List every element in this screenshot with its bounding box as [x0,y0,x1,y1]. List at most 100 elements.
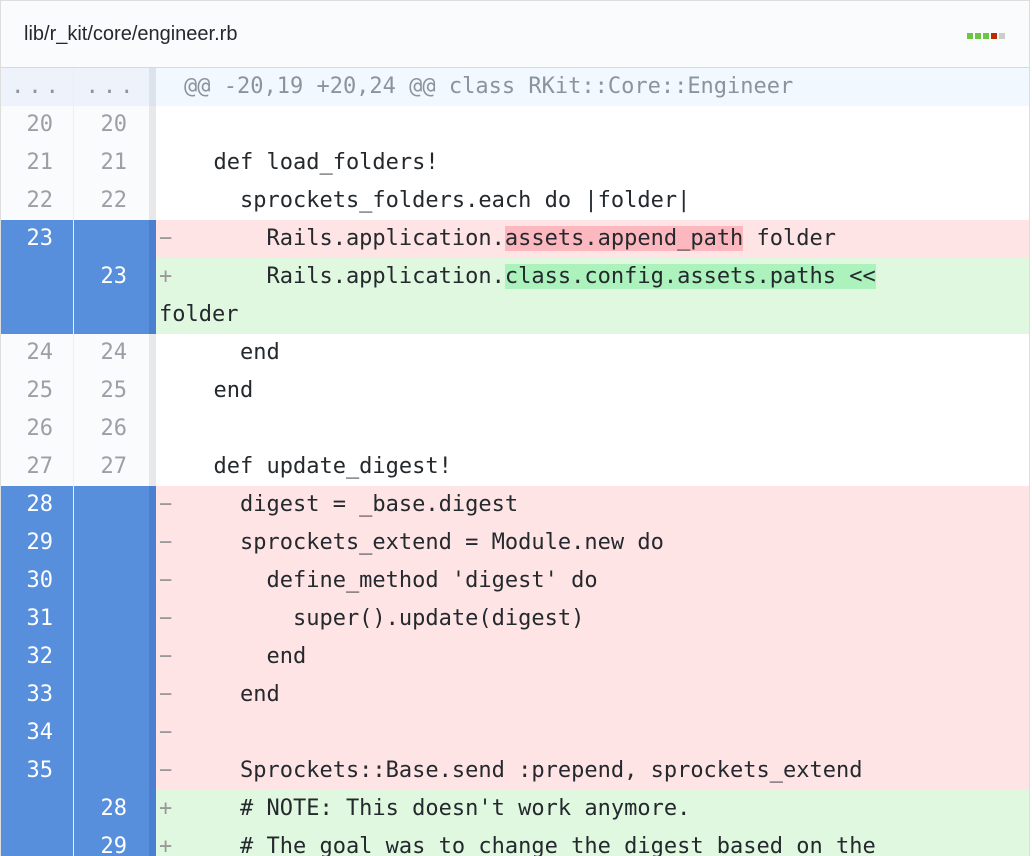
old-line-number[interactable]: 21 [1,144,74,182]
added-line-row: 29 + # The goal was to change the digest … [1,828,1029,856]
gutter-separator [149,752,156,790]
new-line-number[interactable]: 25 [74,372,149,410]
code-text: sprockets_extend = Module.new do [187,530,664,555]
old-line-number[interactable]: 26 [1,410,74,448]
expand-new-button[interactable]: ... [74,68,149,106]
gutter-separator [149,790,156,828]
code-text: Rails.application. [187,264,505,289]
gutter-separator [149,144,156,182]
diffstat-block [983,33,989,39]
code-line: − define_method 'digest' do [156,562,1029,600]
old-line-number[interactable]: 30 [1,562,74,600]
code-text-wrapped: folder [159,302,239,327]
old-line-number[interactable] [1,258,74,334]
code-line: end [156,334,1029,372]
new-line-number[interactable] [74,752,149,790]
code-line: def load_folders! [156,144,1029,182]
context-line-row: 20 20 [1,106,1029,144]
diffstat-block [975,33,981,39]
old-line-number[interactable]: 24 [1,334,74,372]
code-line: − Rails.application.assets.append_path f… [156,220,1029,258]
code-text: # NOTE: This doesn't work anymore. [187,796,691,821]
new-line-number[interactable] [74,486,149,524]
context-marker [159,448,187,486]
old-line-number[interactable]: 27 [1,448,74,486]
old-line-number[interactable]: 29 [1,524,74,562]
new-line-number[interactable]: 26 [74,410,149,448]
code-text: folder [743,226,837,251]
new-line-number[interactable]: 29 [74,828,149,856]
code-line: + # NOTE: This doesn't work anymore. [156,790,1029,828]
code-line [156,410,1029,448]
context-marker [159,372,187,410]
new-line-number[interactable] [74,676,149,714]
gutter-separator [149,562,156,600]
code-line: + Rails.application.class.config.assets.… [156,258,1029,334]
gutter-separator [149,258,156,334]
old-line-number[interactable]: 28 [1,486,74,524]
old-line-number[interactable]: 23 [1,220,74,258]
gutter-separator [149,676,156,714]
code-text: Rails.application. [187,226,505,251]
gutter-separator [149,638,156,676]
old-line-number[interactable]: 20 [1,106,74,144]
new-line-number[interactable] [74,562,149,600]
code-line: def update_digest! [156,448,1029,486]
code-line: + # The goal was to change the digest ba… [156,828,1029,856]
code-line: − [156,714,1029,752]
old-line-number[interactable] [1,790,74,828]
new-line-number[interactable]: 27 [74,448,149,486]
context-line-row: 27 27 def update_digest! [1,448,1029,486]
old-line-number[interactable]: 33 [1,676,74,714]
new-line-number[interactable]: 24 [74,334,149,372]
new-line-number[interactable] [74,220,149,258]
code-line: − sprockets_extend = Module.new do [156,524,1029,562]
deleted-line-row: 29 − sprockets_extend = Module.new do [1,524,1029,562]
old-line-number[interactable]: 35 [1,752,74,790]
deleted-line-row: 31 − super().update(digest) [1,600,1029,638]
gutter-separator [149,410,156,448]
new-line-number[interactable] [74,524,149,562]
old-line-number[interactable] [1,828,74,856]
new-line-number[interactable]: 21 [74,144,149,182]
minus-marker: − [159,606,173,631]
diffstat-block [967,33,973,39]
old-line-number[interactable]: 25 [1,372,74,410]
context-line-row: 26 26 [1,410,1029,448]
code-line: − Sprockets::Base.send :prepend, sprocke… [156,752,1029,790]
code-line [156,106,1029,144]
new-line-number[interactable] [74,714,149,752]
context-line-row: 21 21 def load_folders! [1,144,1029,182]
old-line-number[interactable]: 31 [1,600,74,638]
gutter-separator [149,600,156,638]
context-marker [159,182,187,220]
new-line-number[interactable] [74,638,149,676]
old-line-number[interactable]: 34 [1,714,74,752]
gutter-separator [149,334,156,372]
code-text: # The goal was to change the digest base… [187,834,876,856]
hunk-header-row[interactable]: ... ... @@ -20,19 +20,24 @@ class RKit::… [1,68,1029,106]
expand-old-button[interactable]: ... [1,68,74,106]
minus-marker: − [159,644,173,669]
context-line-row: 22 22 sprockets_folders.each do |folder| [1,182,1029,220]
new-line-number[interactable]: 23 [74,258,149,334]
code-text: define_method 'digest' do [187,568,598,593]
code-text: end [187,340,280,365]
added-line-row: 23 + Rails.application.class.config.asset… [1,258,1029,334]
deleted-line-row: 33 − end [1,676,1029,714]
new-line-number[interactable]: 20 [74,106,149,144]
minus-marker: − [159,492,173,517]
new-line-number[interactable]: 28 [74,790,149,828]
code-text: def update_digest! [187,454,452,479]
old-line-number[interactable]: 32 [1,638,74,676]
plus-marker: + [159,834,173,856]
gutter-separator [149,68,156,106]
diff-file: lib/r_kit/core/engineer.rb ... ... @@ -2… [0,0,1030,856]
new-line-number[interactable]: 22 [74,182,149,220]
file-path[interactable]: lib/r_kit/core/engineer.rb [24,23,237,46]
old-line-number[interactable]: 22 [1,182,74,220]
context-marker [159,144,187,182]
code-text: super().update(digest) [187,606,585,631]
context-line-row: 24 24 end [1,334,1029,372]
new-line-number[interactable] [74,600,149,638]
